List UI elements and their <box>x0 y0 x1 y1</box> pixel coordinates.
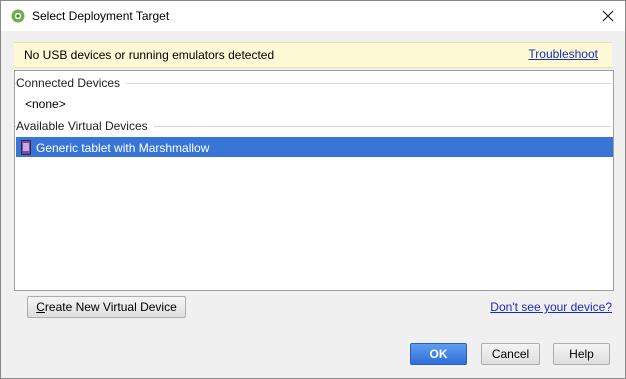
available-devices-section: Available Virtual Devices <box>15 119 613 133</box>
close-icon <box>602 10 614 22</box>
banner-message: No USB devices or running emulators dete… <box>24 48 275 62</box>
device-label: Generic tablet with Marshmallow <box>36 141 210 155</box>
connected-device-none: <none> <box>25 97 66 111</box>
device-row-generic-tablet[interactable]: Generic tablet with Marshmallow <box>16 137 613 157</box>
device-list[interactable]: Connected Devices <none> Available Virtu… <box>14 70 614 291</box>
android-studio-icon <box>11 9 25 23</box>
help-button[interactable]: Help <box>553 343 610 365</box>
title-bar: Select Deployment Target <box>1 1 625 31</box>
create-button-label: reate New Virtual Device <box>44 300 177 314</box>
available-devices-header: Available Virtual Devices <box>16 119 154 133</box>
tablet-icon <box>21 140 31 155</box>
connected-devices-header: Connected Devices <box>16 76 127 90</box>
dont-see-device-link[interactable]: Don't see your device? <box>490 300 612 314</box>
close-button[interactable] <box>591 1 625 31</box>
cancel-button[interactable]: Cancel <box>481 343 540 365</box>
connected-devices-section: Connected Devices <box>15 76 613 90</box>
no-devices-banner: No USB devices or running emulators dete… <box>14 42 612 68</box>
create-button-mnemonic: C <box>36 300 45 314</box>
create-new-virtual-device-button[interactable]: Create New Virtual Device <box>27 296 186 318</box>
window-title: Select Deployment Target <box>32 9 170 23</box>
ok-button[interactable]: OK <box>410 343 467 365</box>
deployment-target-dialog: Select Deployment Target No USB devices … <box>0 0 626 379</box>
troubleshoot-link[interactable]: Troubleshoot <box>528 47 598 61</box>
